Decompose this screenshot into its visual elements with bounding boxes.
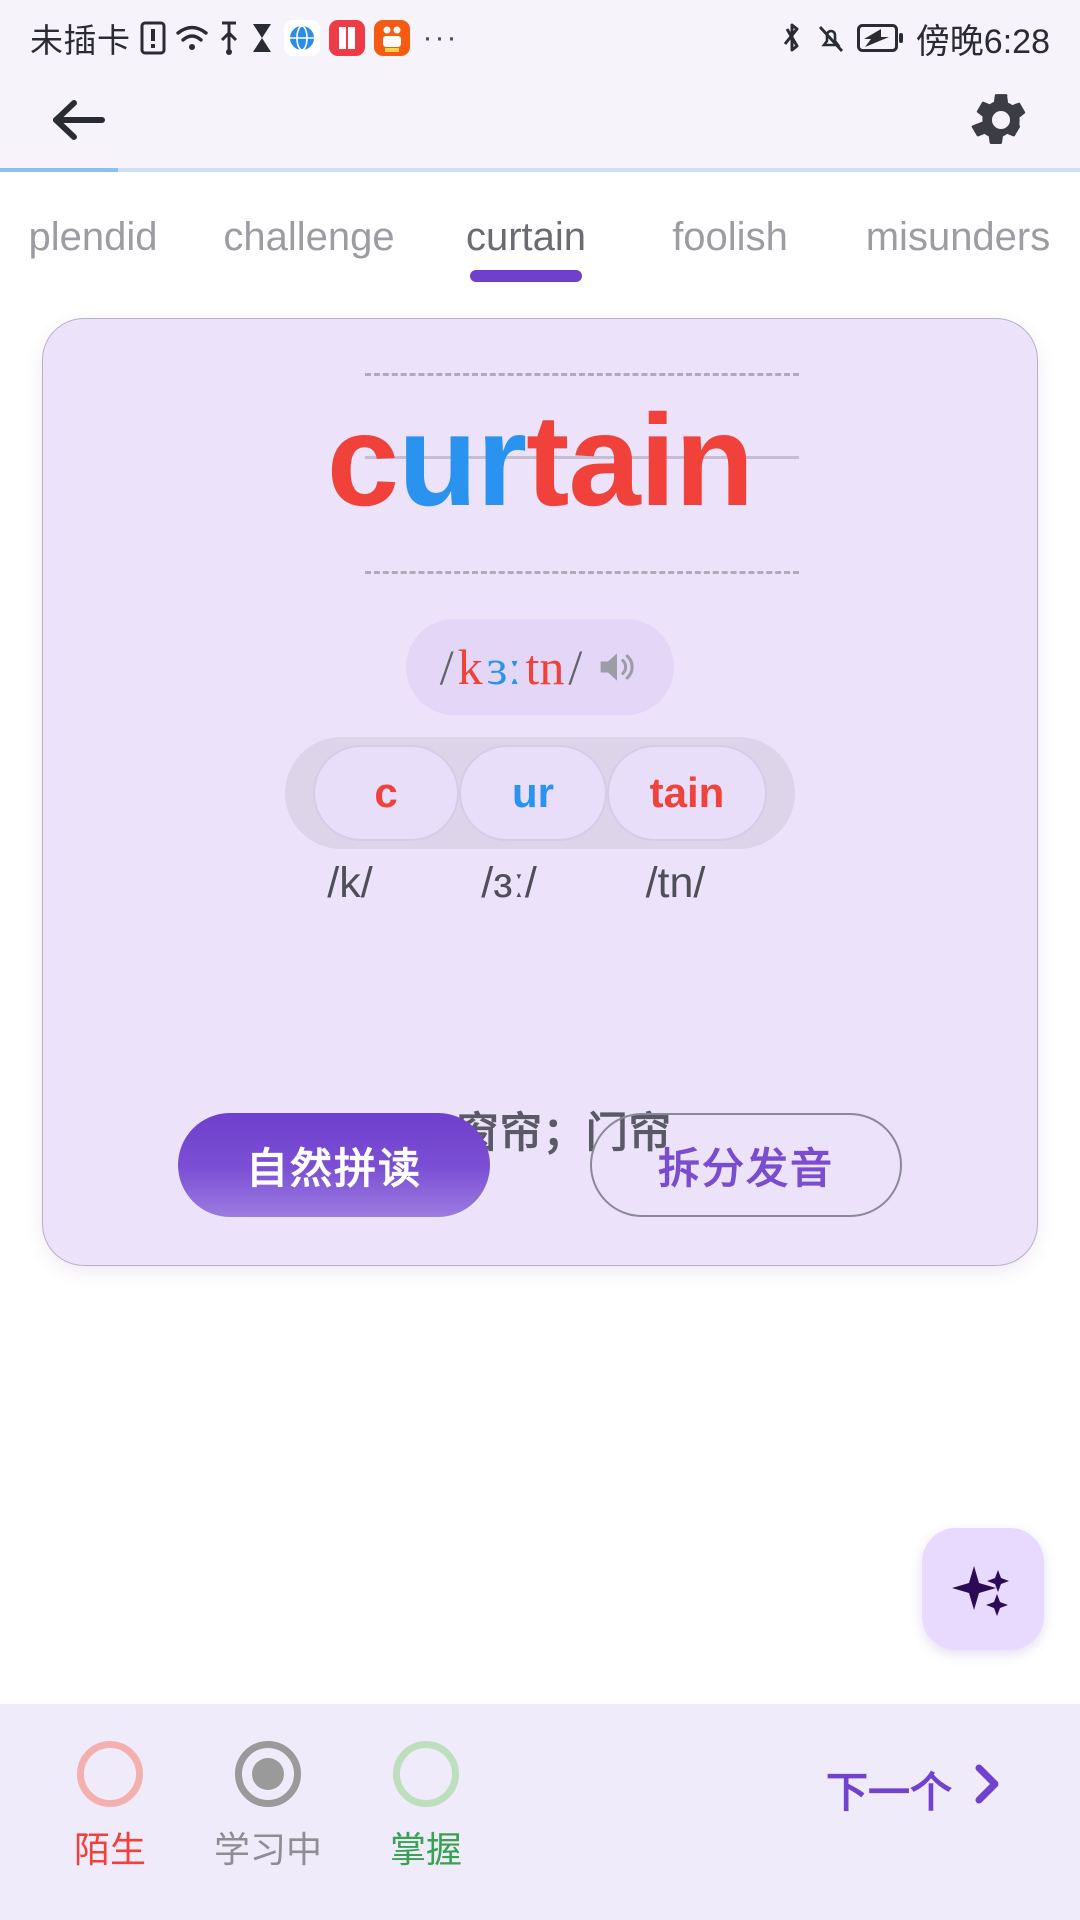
word-part-2: ur	[398, 387, 527, 533]
speaker-icon[interactable]	[594, 647, 640, 687]
syllable-ipa-2: /ɜː/	[481, 859, 537, 907]
word-tabs: plendid challenge curtain foolish misund…	[0, 168, 1080, 298]
gear-icon	[970, 89, 1032, 156]
ai-assist-button[interactable]	[922, 1528, 1044, 1650]
next-word-button[interactable]: 下一个	[826, 1759, 1028, 1820]
learning-status-group: 陌生 学习中 掌握	[52, 1741, 462, 1873]
tab-misunderstand[interactable]: misunders	[828, 207, 1080, 260]
syllable-chip-1[interactable]: c	[313, 745, 459, 841]
word-headline: curtain	[43, 381, 1037, 540]
phonetic-close-slash: /	[568, 639, 583, 695]
word-display-zone: curtain	[43, 359, 1037, 609]
settings-button[interactable]	[970, 89, 1032, 156]
card-action-buttons: 自然拼读 拆分发音	[43, 1113, 1037, 1217]
sim-alert-icon	[140, 21, 166, 55]
app-screen: 未插卡 ··· 傍晚6:28 plendid challenge curtain…	[0, 0, 1080, 1920]
status-ring-unfamiliar	[77, 1741, 143, 1807]
syllable-text: ur	[512, 769, 554, 816]
phonetic-part-1: k	[457, 639, 483, 695]
phonetic-open-slash: /	[439, 639, 454, 695]
status-mastered[interactable]: 掌握	[390, 1741, 462, 1873]
status-label: 掌握	[390, 1829, 463, 1870]
usb-icon	[218, 21, 240, 55]
status-bar: 未插卡 ··· 傍晚6:28	[0, 0, 1080, 76]
word-part-1: c	[326, 387, 399, 533]
tab-label: foolish	[672, 214, 788, 259]
back-arrow-icon	[48, 95, 110, 150]
more-dots-icon: ···	[422, 21, 459, 54]
tab-foolish[interactable]: foolish	[632, 207, 828, 260]
tab-splendid[interactable]: plendid	[0, 207, 198, 260]
split-pronunciation-button[interactable]: 拆分发音	[590, 1113, 902, 1217]
mute-bell-icon	[816, 21, 846, 55]
phonetic-part-3: tn	[525, 639, 565, 695]
sparkle-icon	[946, 1550, 1020, 1629]
syllable-ipa-3: /tn/	[645, 859, 706, 907]
syllable-chips: c ur tain	[313, 745, 767, 841]
tab-challenge[interactable]: challenge	[198, 207, 420, 260]
browser-icon	[283, 20, 320, 56]
word-part-3: tain	[526, 387, 754, 533]
tab-label: challenge	[223, 214, 395, 259]
word-card: curtain / k ɜː tn / c ur tain /k/ /ɜː/ /…	[42, 318, 1038, 1266]
tab-label: curtain	[465, 214, 587, 259]
guide-line-top	[365, 373, 799, 376]
status-unfamiliar[interactable]: 陌生	[74, 1741, 146, 1873]
clock-label: 傍晚6:28	[915, 22, 1050, 61]
tab-label: plendid	[28, 214, 158, 259]
status-ring-mastered	[393, 1741, 460, 1807]
hourglass-icon	[249, 21, 275, 55]
next-label: 下一个	[825, 1768, 952, 1816]
book-app-icon	[328, 20, 365, 56]
status-label: 陌生	[74, 1829, 147, 1870]
status-bar-right: 傍晚6:28	[779, 14, 1050, 63]
battery-charging-icon	[856, 23, 905, 53]
wifi-icon	[175, 23, 209, 53]
status-bar-left: 未插卡 ···	[30, 14, 458, 62]
phonics-button[interactable]: 自然拼读	[178, 1113, 490, 1217]
word-tab-strip[interactable]: plendid challenge curtain foolish misund…	[0, 168, 1080, 298]
syllable-ipa-row: /k/ /ɜː/ /tn/	[270, 859, 810, 908]
status-label: 学习中	[214, 1829, 323, 1870]
back-button[interactable]	[48, 95, 110, 150]
status-selected-dot	[252, 1758, 285, 1790]
guide-line-bottom	[365, 571, 799, 574]
status-learning[interactable]: 学习中	[214, 1741, 322, 1873]
nav-bar	[0, 76, 1080, 168]
syllable-chip-3[interactable]: tain	[607, 745, 767, 841]
syllable-text: c	[374, 769, 398, 816]
carrier-label: 未插卡	[30, 22, 131, 59]
bottom-bar: 陌生 学习中 掌握 下一个	[0, 1704, 1080, 1920]
orange-app-icon	[373, 20, 410, 56]
phonetic-part-2: ɜː	[486, 639, 522, 695]
bluetooth-icon	[779, 20, 805, 56]
syllable-chip-2[interactable]: ur	[459, 745, 607, 841]
syllable-ipa-1: /k/	[327, 859, 373, 907]
phonetic-pill[interactable]: / k ɜː tn /	[406, 619, 674, 715]
syllable-text: tain	[649, 769, 725, 816]
tab-curtain[interactable]: curtain	[420, 207, 632, 282]
tab-indicator	[470, 269, 582, 282]
syllable-track: c ur tain	[285, 737, 795, 849]
chevron-right-icon	[970, 1761, 1004, 1817]
status-ring-learning	[235, 1741, 302, 1807]
tab-label: misunders	[865, 214, 1051, 259]
